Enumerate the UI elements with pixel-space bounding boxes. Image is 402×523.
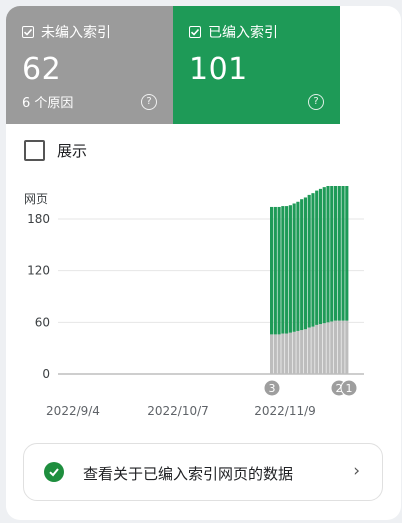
bar-indexed: [318, 188, 323, 325]
bar-unindexed: [285, 333, 289, 374]
bar-unindexed: [315, 324, 319, 374]
help-icon[interactable]: ?: [308, 94, 324, 110]
chevron-right-icon: ›: [353, 461, 360, 481]
annotation-label: 3: [269, 382, 276, 395]
bar-indexed: [326, 186, 330, 323]
x-tick-label: 2022/11/9: [254, 404, 316, 418]
bar-indexed: [303, 197, 308, 330]
indexed-count: 101: [189, 52, 248, 87]
bar-unindexed: [288, 332, 292, 374]
bar-indexed: [273, 206, 277, 335]
bar-unindexed: [318, 324, 323, 374]
bar-indexed: [337, 186, 341, 321]
page-indexing-card: 未编入索引 62 6 个原因 ? 已编入索引 101 ? 展示 网页 180 120…: [6, 6, 401, 520]
bar-unindexed: [311, 326, 315, 374]
bar-unindexed: [337, 320, 341, 374]
unindexed-tile[interactable]: 未编入索引 62 6 个原因 ?: [6, 6, 173, 124]
bar-indexed: [341, 186, 345, 321]
bar-unindexed: [292, 331, 296, 374]
annotation-label: 1: [346, 382, 353, 395]
bar-unindexed: [341, 320, 345, 374]
bar-indexed: [311, 193, 315, 327]
checkbox-checked-icon[interactable]: [189, 26, 201, 38]
y-tick-label: 60: [35, 315, 50, 329]
show-label: 展示: [57, 142, 88, 160]
bar-unindexed: [273, 334, 277, 374]
bar-indexed: [315, 190, 319, 325]
bar-indexed: [322, 187, 326, 324]
view-indexed-data-link[interactable]: 查看关于已编入索引网页的数据 ›: [23, 443, 383, 501]
y-tick-label: 180: [27, 212, 50, 226]
bar-indexed: [296, 201, 300, 331]
show-toggle[interactable]: 展示: [24, 140, 87, 161]
bar-indexed: [285, 206, 289, 334]
help-icon[interactable]: ?: [141, 94, 157, 110]
bar-unindexed: [330, 321, 334, 374]
bar-indexed: [307, 194, 311, 328]
bar-unindexed: [326, 322, 330, 374]
indexing-chart: 网页1801206002022/9/4 2022/10/7 2022/11/93 2 1: [24, 186, 364, 418]
x-tick-label: 2022/10/7: [147, 404, 209, 418]
bar-indexed: [288, 205, 292, 333]
bar-unindexed: [281, 333, 285, 374]
bar-unindexed: [270, 334, 274, 374]
indexed-label: 已编入索引: [208, 25, 278, 41]
unindexed-count: 62: [22, 52, 62, 87]
check-circle-icon: [44, 462, 64, 482]
bar-indexed: [270, 206, 274, 335]
view-indexed-data-label: 查看关于已编入索引网页的数据: [83, 465, 294, 483]
bar-indexed: [345, 186, 349, 321]
y-tick-label: 120: [27, 264, 50, 278]
bar-indexed: [292, 203, 296, 332]
y-axis-label: 网页: [24, 192, 48, 206]
y-tick-label: 0: [42, 367, 50, 381]
bar-unindexed: [345, 320, 349, 374]
bar-unindexed: [307, 327, 311, 374]
bar-unindexed: [303, 329, 308, 374]
bar-unindexed: [300, 330, 304, 374]
show-checkbox[interactable]: [24, 140, 45, 161]
bar-indexed: [281, 206, 285, 334]
bar-indexed: [333, 186, 338, 321]
bar-indexed: [277, 206, 281, 335]
bar-unindexed: [277, 334, 281, 374]
checkbox-checked-icon[interactable]: [22, 26, 34, 38]
bar-indexed: [330, 186, 334, 322]
bar-indexed: [300, 199, 304, 331]
bar-unindexed: [322, 323, 326, 374]
unindexed-reasons: 6 个原因: [22, 96, 74, 111]
bar-unindexed: [296, 330, 300, 374]
indexed-tile[interactable]: 已编入索引 101 ?: [173, 6, 340, 124]
unindexed-label: 未编入索引: [41, 25, 111, 41]
x-tick-label: 2022/9/4: [46, 404, 100, 418]
bar-unindexed: [333, 320, 338, 374]
